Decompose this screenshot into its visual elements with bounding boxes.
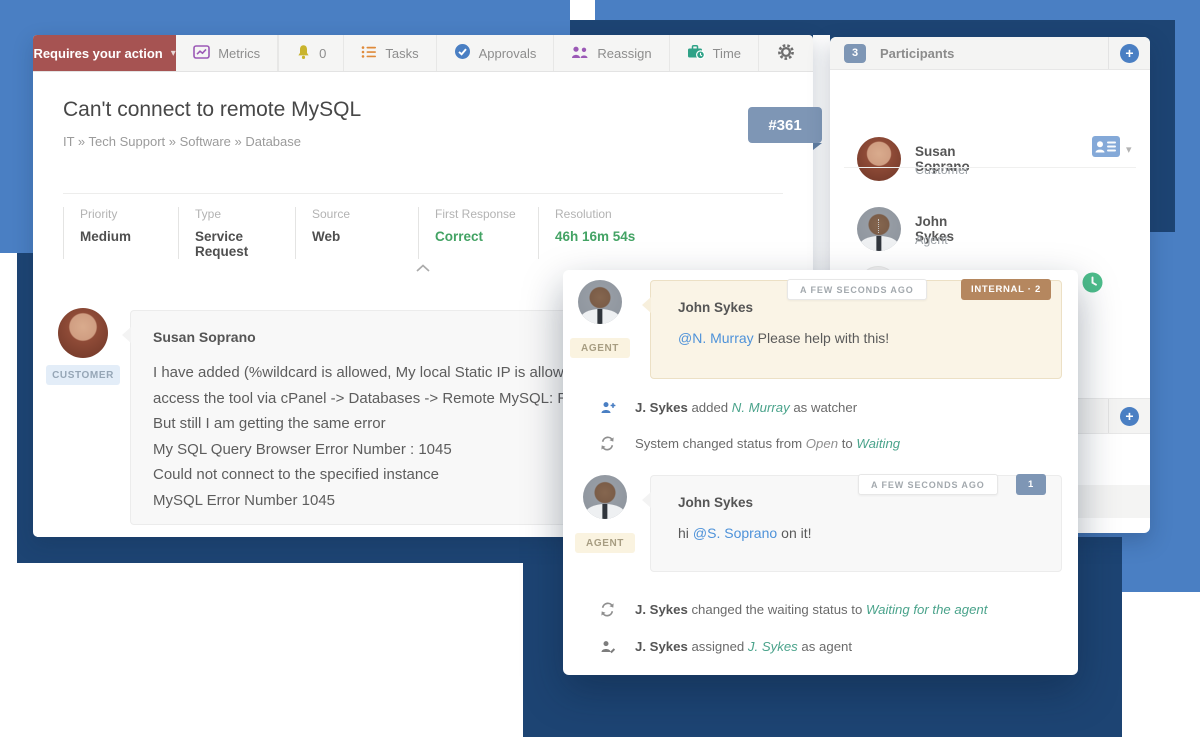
field-label: Priority: [80, 207, 178, 221]
field-value: Correct: [435, 229, 538, 244]
message-text: hi@S. Sopranoon it!: [678, 525, 1037, 541]
participant-role: Agent: [915, 233, 948, 247]
bell-icon: [296, 44, 311, 63]
timestamp-pill: A FEW SECONDS AGO: [787, 279, 927, 300]
approvals-button[interactable]: Approvals: [436, 35, 554, 71]
gear-icon: [776, 42, 796, 65]
timeline-event: J. Sykes assigned J. Sykes as agent: [600, 639, 1058, 657]
tasks-label: Tasks: [385, 46, 418, 61]
mention-link[interactable]: @S. Soprano: [693, 525, 777, 541]
user-plus-icon: [600, 400, 616, 418]
approvals-label: Approvals: [479, 46, 537, 61]
bg-blue-strip-top: [595, 0, 1200, 22]
connector-line: [878, 219, 879, 233]
field-value: Medium: [80, 229, 178, 244]
people-icon: [571, 45, 589, 62]
field-label: Type: [195, 207, 295, 221]
message-text-rest: on it!: [781, 525, 811, 541]
ticket-properties-row: Priority Medium Type Service Request Sou…: [63, 193, 783, 259]
notifications-count: 0: [319, 46, 326, 61]
message-text: @N. MurrayPlease help with this!: [678, 330, 1037, 346]
avatar: [583, 475, 627, 519]
event-text: J. Sykes assigned J. Sykes as agent: [635, 639, 1058, 655]
checklist-icon: [361, 45, 377, 62]
metrics-button[interactable]: Metrics: [176, 35, 278, 71]
app-screenshot: Requires your action ▾ Metrics 0 Tasks A…: [0, 0, 1200, 737]
timestamp-pill: A FEW SECONDS AGO: [858, 474, 998, 495]
timeline-event: J. Sykes added N. Murray as watcher: [600, 400, 1058, 418]
time-label: Time: [713, 46, 741, 61]
avatar: [857, 207, 901, 251]
message-text-rest: Please help with this!: [758, 330, 890, 346]
field-type[interactable]: Type Service Request: [178, 207, 295, 259]
participants-title: Participants: [880, 46, 954, 61]
agent-role-badge: AGENT: [575, 533, 635, 553]
avatar: [578, 280, 622, 324]
event-text: J. Sykes added N. Murray as watcher: [635, 400, 1058, 416]
refresh-icon: [600, 602, 615, 620]
field-value: Service Request: [195, 229, 295, 259]
avatar: [58, 308, 108, 358]
caret-down-icon: ▾: [1126, 143, 1132, 156]
field-value: Web: [312, 229, 418, 244]
add-participant-button[interactable]: +: [1120, 44, 1139, 63]
ticket-toolbar: Requires your action ▾ Metrics 0 Tasks A…: [33, 35, 813, 72]
count-tag: 1: [1016, 474, 1046, 495]
reassign-button[interactable]: Reassign: [553, 35, 668, 71]
breadcrumb: IT » Tech Support » Software » Database: [63, 134, 301, 149]
add-follower-button[interactable]: +: [1120, 407, 1139, 426]
collapse-chevron-icon[interactable]: [415, 260, 431, 278]
internal-tag: INTERNAL · 2: [961, 279, 1051, 300]
message-text-prefix: hi: [678, 525, 689, 541]
clock-icon: [1082, 272, 1103, 298]
notifications-button[interactable]: 0: [278, 35, 343, 71]
reassign-label: Reassign: [597, 46, 651, 61]
bg-navy-band-bottom: [17, 537, 523, 563]
requires-action-label: Requires your action: [33, 46, 162, 61]
message-author: John Sykes: [678, 495, 1037, 510]
customer-role-badge: CUSTOMER: [46, 365, 120, 385]
followers-plus-zone: +: [1108, 399, 1150, 433]
contact-card-dropdown[interactable]: ▾: [1092, 136, 1132, 162]
event-text: J. Sykes changed the waiting status to W…: [635, 602, 1058, 618]
conversation-panel: AGENT A FEW SECONDS AGO INTERNAL · 2 Joh…: [563, 270, 1078, 675]
participants-plus-zone: +: [1108, 37, 1150, 69]
field-label: First Response: [435, 207, 538, 221]
tasks-button[interactable]: Tasks: [343, 35, 435, 71]
participant-role: Customer: [915, 163, 969, 177]
message-author: John Sykes: [678, 300, 1037, 315]
settings-button[interactable]: [758, 35, 813, 71]
avatar: [857, 137, 901, 181]
contact-card-icon: [1092, 136, 1120, 162]
ticket-id-badge: #361: [748, 107, 822, 143]
field-value: 46h 16m 54s: [555, 229, 783, 244]
participants-count-badge: 3: [844, 44, 866, 63]
field-label: Resolution: [555, 207, 783, 221]
agent-role-badge: AGENT: [570, 338, 630, 358]
check-circle-icon: [454, 43, 471, 63]
participants-header: 3 Participants +: [830, 37, 1150, 70]
mention-link[interactable]: @N. Murray: [678, 330, 754, 346]
refresh-icon: [600, 436, 615, 454]
page-title: Can't connect to remote MySQL: [63, 98, 361, 122]
requires-action-dropdown[interactable]: Requires your action ▾: [33, 35, 176, 71]
field-first-response[interactable]: First Response Correct: [418, 207, 538, 259]
field-label: Source: [312, 207, 418, 221]
chart-icon: [193, 45, 210, 62]
user-assign-icon: [600, 639, 616, 657]
metrics-label: Metrics: [218, 46, 260, 61]
timeline-event: System changed status from Open to Waiti…: [600, 436, 1058, 454]
field-source[interactable]: Source Web: [295, 207, 418, 259]
timeline-event: J. Sykes changed the waiting status to W…: [600, 602, 1058, 620]
field-resolution[interactable]: Resolution 46h 16m 54s: [538, 207, 783, 259]
chevron-down-icon: ▾: [171, 48, 176, 59]
field-priority[interactable]: Priority Medium: [63, 207, 178, 259]
briefcase-clock-icon: [687, 44, 705, 62]
agent-message-bubble: John Sykes hi@S. Sopranoon it!: [650, 475, 1062, 572]
event-text: System changed status from Open to Waiti…: [635, 436, 1058, 452]
divider: [844, 167, 1136, 168]
time-button[interactable]: Time: [669, 35, 758, 71]
